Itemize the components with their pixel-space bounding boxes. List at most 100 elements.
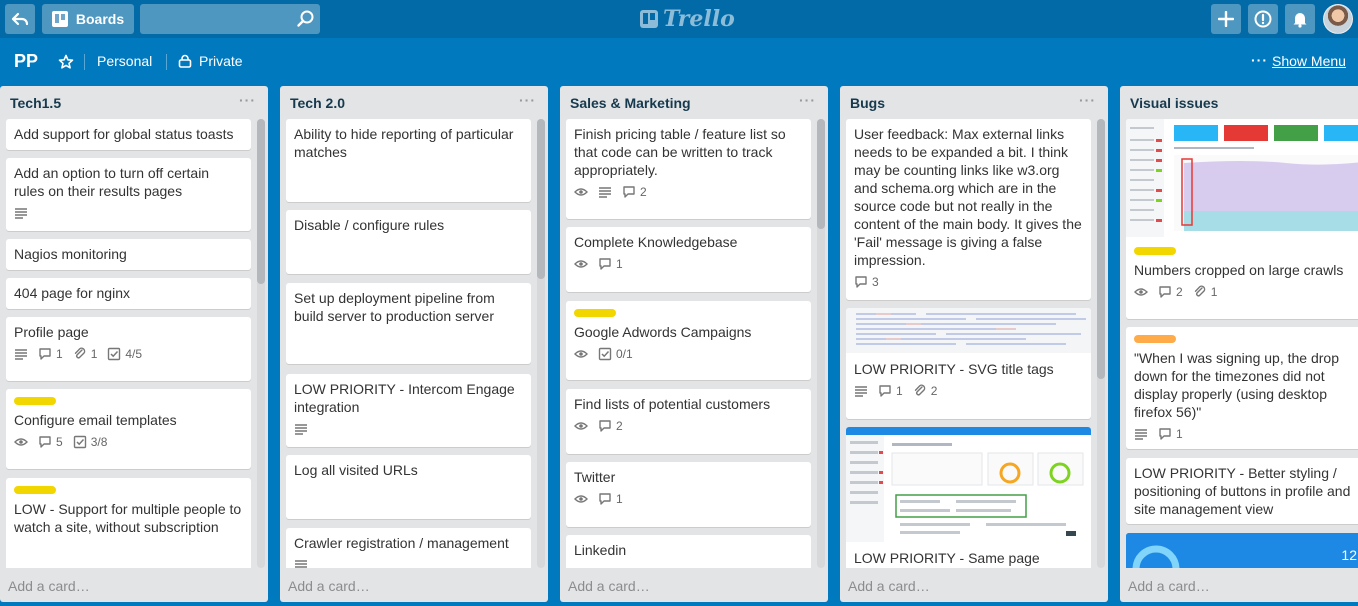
card[interactable]: Profile page 1 1 4/5 [6,317,251,381]
card[interactable]: Find lists of potential customers 2 [566,389,811,454]
card[interactable]: Complete Knowledgebase 1 [566,227,811,292]
card[interactable]: Add an option to turn off certain rules … [6,158,251,231]
trello-logo-text: Trello [663,6,735,32]
card[interactable]: Log all visited URLs [286,455,531,519]
checklist-icon [73,435,86,449]
scrollbar-thumb[interactable] [817,119,825,229]
card-title: User feedback: Max external links needs … [854,126,1082,268]
list-title[interactable]: Tech1.5 [10,95,61,111]
comment-count: 3 [872,275,879,289]
comment-count: 2 [1176,285,1183,299]
boards-button[interactable]: Boards [42,4,134,34]
card-title: Twitter [574,469,616,485]
list-title[interactable]: Visual issues [1130,95,1218,111]
add-card-button[interactable]: Add a card… [288,578,370,594]
description-icon [14,206,28,220]
back-button[interactable] [5,4,35,34]
card[interactable]: Numbers cropped on large crawls 2 1 [1126,119,1358,319]
list-cards: User feedback: Max external links needs … [846,119,1102,568]
team-button[interactable]: Personal [97,53,152,69]
add-card-button[interactable]: Add a card… [848,578,930,594]
card-badges: 5 3/8 [14,434,243,450]
card-title: LOW - Support for multiple people to wat… [14,501,242,535]
list-title[interactable]: Sales & Marketing [570,95,691,111]
card-cover-image [1126,533,1358,568]
checklist-badge: 4/5 [107,347,142,361]
comment-badge: 1 [878,384,903,398]
scrollbar-thumb[interactable] [1097,119,1105,379]
card[interactable]: Crawler registration / management [286,528,531,568]
card[interactable]: Nagios monitoring [6,239,251,270]
list-scrollbar[interactable] [1097,119,1105,568]
scrollbar-thumb[interactable] [537,119,545,279]
list-menu-icon[interactable]: ··· [239,92,256,108]
list-scrollbar[interactable] [257,119,265,568]
attachment-count: 2 [930,384,938,398]
comment-badge: 2 [1158,285,1183,299]
add-card-button[interactable]: Add a card… [8,578,90,594]
lock-icon[interactable] [178,54,192,68]
comment-badge: 1 [598,492,623,506]
comment-count: 1 [896,384,903,398]
card[interactable]: Twitter 1 [566,462,811,527]
card[interactable]: Finish pricing table / feature list so t… [566,119,811,219]
card-title: Nagios monitoring [14,246,127,262]
add-card-button[interactable]: Add a card… [1128,578,1210,594]
list-menu-icon[interactable]: ··· [1079,92,1096,108]
list-scrollbar[interactable] [817,119,825,568]
card[interactable]: LOW - Support for multiple people to wat… [6,478,251,568]
search-input[interactable] [140,4,320,34]
card[interactable]: LOW PRIORITY - Intercom Engage integrati… [286,374,531,447]
card-label-yellow [574,309,616,317]
card-cover-image [846,308,1091,353]
card[interactable]: 12 [1126,533,1358,568]
card-badges: 2 [574,184,803,200]
comment-icon [599,420,611,432]
comment-icon [39,348,51,360]
card-label-yellow [14,486,56,494]
search-icon[interactable] [296,9,316,29]
card-title: "When I was signing up, the drop down fo… [1134,350,1339,420]
card[interactable]: "When I was signing up, the drop down fo… [1126,327,1358,449]
card[interactable]: Set up deployment pipeline from build se… [286,283,531,364]
checklist-count: 3/8 [90,435,108,449]
list-menu-icon[interactable]: ··· [799,92,816,108]
card-title: Add support for global status toasts [14,126,234,142]
list-title[interactable]: Tech 2.0 [290,95,345,111]
card-title: Log all visited URLs [294,462,418,478]
description-icon [854,384,868,398]
card[interactable]: Linkedin [566,535,811,568]
description-icon [14,347,28,361]
list-menu-icon[interactable]: ··· [519,92,536,108]
card[interactable]: User feedback: Max external links needs … [846,119,1091,300]
card[interactable]: LOW PRIORITY - Better styling / position… [1126,458,1358,524]
card[interactable]: 404 page for nginx [6,278,251,309]
header-divider [84,54,85,70]
card[interactable]: Google Adwords Campaigns 0/1 [566,301,811,380]
info-button[interactable] [1248,4,1278,34]
card[interactable]: LOW PRIORITY - SVG title tags 1 2 [846,308,1091,419]
add-card-button[interactable]: Add a card… [568,578,650,594]
list-title[interactable]: Bugs [850,95,885,111]
card[interactable]: LOW PRIORITY - Same page [846,427,1091,568]
list-scrollbar[interactable] [537,119,545,568]
card-title: Linkedin [574,542,627,558]
visibility-button[interactable]: Private [199,53,243,69]
board-name[interactable]: PP [14,51,38,72]
trello-logo[interactable]: Trello [640,6,735,32]
card[interactable]: Configure email templates 5 3/8 [6,389,251,469]
scrollbar-thumb[interactable] [257,119,265,284]
card-title: LOW PRIORITY - SVG title tags [854,361,1054,377]
card-title: Disable / configure rules [294,217,445,233]
user-avatar[interactable] [1323,4,1353,34]
card[interactable]: Add support for global status toasts [6,119,251,150]
show-menu-link[interactable]: Show Menu [1272,53,1346,69]
comment-icon [623,186,635,198]
star-icon[interactable] [58,54,74,70]
card-title: LOW PRIORITY - Better styling / position… [1134,465,1351,517]
create-button[interactable] [1211,4,1241,34]
notifications-button[interactable] [1285,4,1315,34]
card[interactable]: Ability to hide reporting of particular … [286,119,531,202]
card[interactable]: Disable / configure rules [286,210,531,274]
menu-dots-icon[interactable]: ··· [1251,52,1268,68]
